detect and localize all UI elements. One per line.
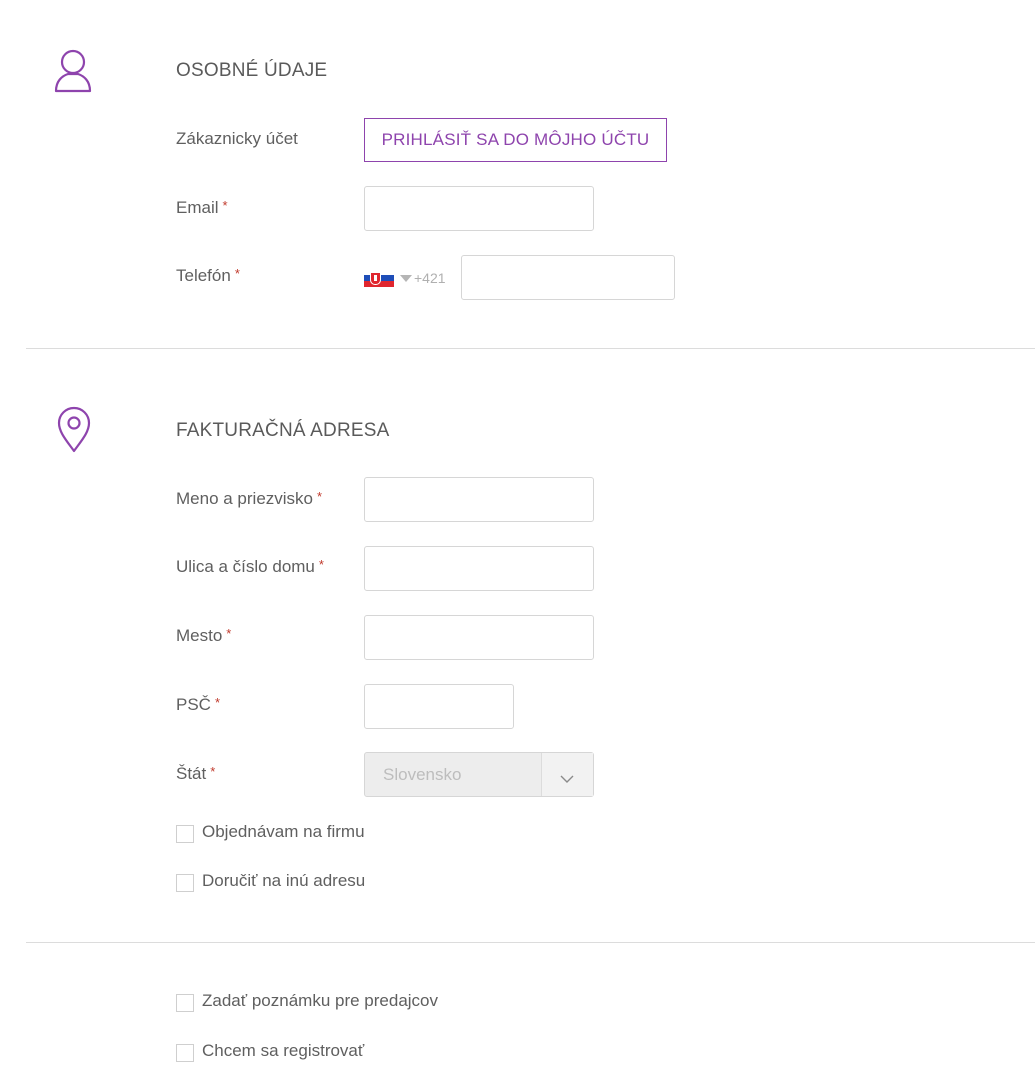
login-button[interactable]: PRIHLÁSIŤ SA DO MÔJHO ÚČTU — [364, 118, 667, 162]
required-mark: * — [226, 626, 232, 641]
city-label-text: Mesto — [176, 626, 223, 645]
company-checkbox-label[interactable]: Objednávam na firmu — [202, 822, 365, 842]
country-select-toggle[interactable] — [541, 753, 593, 796]
required-mark: * — [222, 198, 228, 213]
zip-label: PSČ * — [176, 695, 220, 715]
name-label: Meno a priezvisko * — [176, 489, 322, 509]
city-input[interactable] — [364, 615, 594, 660]
country-label: Štát * — [176, 764, 215, 784]
caret-down-icon — [400, 274, 412, 282]
phone-country-picker[interactable]: +421 — [364, 268, 446, 288]
name-label-text: Meno a priezvisko — [176, 489, 314, 508]
email-label-text: Email — [176, 198, 219, 217]
zip-label-text: PSČ — [176, 695, 211, 714]
note-checkbox[interactable] — [176, 994, 194, 1012]
note-checkbox-label[interactable]: Zadať poznámku pre predajcov — [202, 991, 438, 1011]
required-mark: * — [317, 489, 323, 504]
name-input[interactable] — [364, 477, 594, 522]
country-label-text: Štát — [176, 764, 207, 783]
section-divider — [26, 942, 1035, 943]
city-label: Mesto * — [176, 626, 231, 646]
other-address-checkbox[interactable] — [176, 874, 194, 892]
company-checkbox[interactable] — [176, 825, 194, 843]
register-checkbox-label[interactable]: Chcem sa registrovať — [202, 1041, 364, 1061]
account-label: Zákaznicky účet — [176, 129, 298, 148]
other-address-checkbox-label[interactable]: Doručiť na inú adresu — [202, 871, 365, 891]
required-mark: * — [318, 557, 324, 572]
required-mark: * — [210, 764, 216, 779]
required-mark: * — [234, 266, 240, 281]
section-title-personal: OSOBNÉ ÚDAJE — [176, 60, 328, 81]
section-divider — [26, 348, 1035, 349]
register-checkbox[interactable] — [176, 1044, 194, 1062]
slovakia-flag-icon — [364, 268, 394, 288]
map-pin-icon — [57, 406, 91, 453]
country-select-value: Slovensko — [383, 765, 462, 784]
country-select[interactable]: Slovensko — [364, 752, 594, 797]
phone-label: Telefón * — [176, 266, 240, 286]
email-input[interactable] — [364, 186, 594, 231]
street-label: Ulica a číslo domu * — [176, 557, 324, 577]
section-title-billing: FAKTURAČNÁ ADRESA — [176, 420, 390, 441]
user-icon — [54, 49, 92, 93]
email-label: Email * — [176, 198, 228, 218]
phone-dial-code: +421 — [414, 270, 446, 286]
phone-input[interactable] — [461, 255, 675, 300]
zip-input[interactable] — [364, 684, 514, 729]
street-label-text: Ulica a číslo domu — [176, 557, 315, 576]
street-input[interactable] — [364, 546, 594, 591]
phone-label-text: Telefón — [176, 266, 231, 285]
required-mark: * — [214, 695, 221, 710]
chevron-down-icon — [560, 775, 574, 783]
